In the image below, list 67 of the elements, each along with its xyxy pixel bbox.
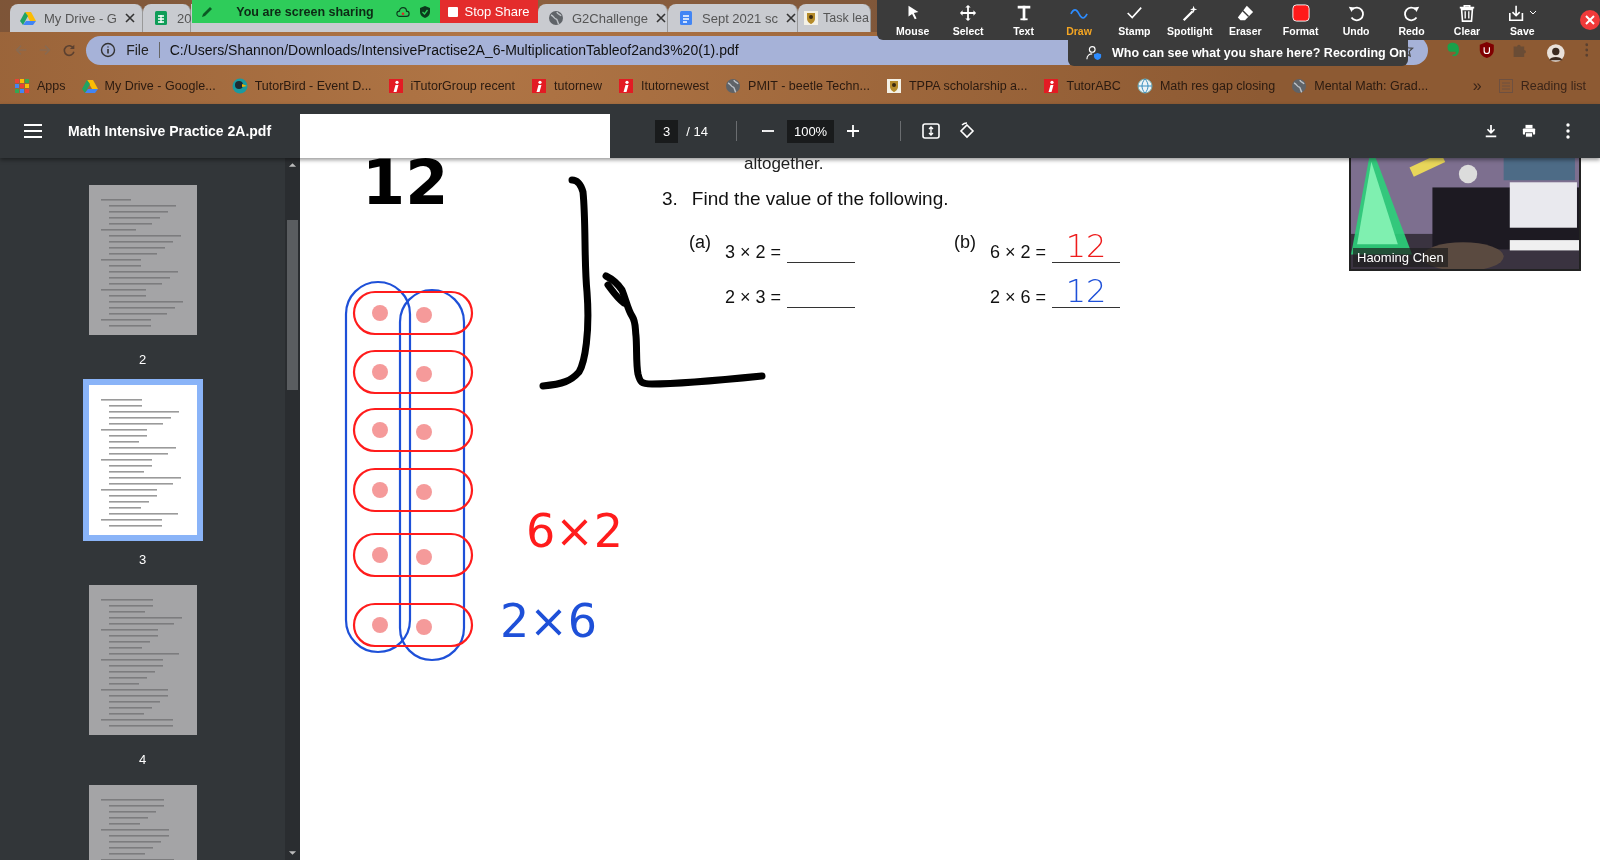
more-bookmarks-button[interactable]: » bbox=[1472, 77, 1482, 95]
bookmark[interactable]: Mental Math: Grad... bbox=[1291, 78, 1429, 94]
tab-title: Task lea bbox=[823, 11, 870, 25]
bookmark[interactable]: TutorBird - Event D... bbox=[231, 78, 372, 94]
handwritten-answer: 12 bbox=[1065, 275, 1107, 307]
page-number: 2 bbox=[138, 351, 147, 369]
zoom-field[interactable]: 100% bbox=[786, 119, 835, 143]
equation-text: 3 × 2 = bbox=[725, 242, 782, 263]
notice-text: Who can see what you share here? Recording On bbox=[1112, 46, 1407, 60]
handwritten-note: 12 bbox=[362, 152, 449, 214]
sharing-status-text: You are screen sharing bbox=[235, 4, 375, 19]
bookmark-label: My Drive - Google... bbox=[104, 79, 216, 93]
part-label: (a) bbox=[689, 232, 711, 254]
stop-share-button[interactable]: Stop Share bbox=[440, 0, 538, 23]
tab-title: Sept 2021 sc bbox=[702, 10, 778, 26]
page-number: 4 bbox=[138, 751, 147, 769]
bookmark-label: Itutornewest bbox=[641, 79, 710, 93]
page-number-field[interactable]: 3 bbox=[655, 119, 679, 143]
bookmark-label: Mental Math: Grad... bbox=[1314, 79, 1429, 93]
page-total: / 14 bbox=[686, 123, 708, 139]
equation-text: 2 × 3 = bbox=[725, 287, 782, 308]
answer-blank[interactable]: 12 bbox=[1052, 277, 1121, 308]
bookmark-label: tutornew bbox=[554, 79, 602, 93]
bookmark[interactable]: tutornew bbox=[531, 78, 602, 94]
bookmark[interactable]: iTutorGroup recent bbox=[387, 78, 516, 94]
question-text: Find the value of the following. bbox=[691, 188, 949, 210]
bookmark[interactable]: Apps bbox=[14, 78, 66, 94]
bookmark-label: PMIT - beetle Techn... bbox=[748, 79, 870, 93]
page-number: 3 bbox=[138, 551, 147, 569]
browser-tab[interactable]: My Drive - G bbox=[10, 4, 143, 32]
reading-list-label: Reading list bbox=[1520, 79, 1586, 93]
reading-list-button[interactable]: Reading list bbox=[1497, 78, 1586, 94]
worksheet-text: altogether. bbox=[744, 154, 824, 174]
handwritten-note: 2×6 bbox=[500, 598, 598, 644]
document-title: Math Intensive Practice 2A.pdf bbox=[68, 123, 273, 139]
browser-tab[interactable]: G2Challenge bbox=[538, 4, 668, 32]
share-notice-toast[interactable]: Who can see what you share here? Recording On bbox=[1068, 40, 1408, 66]
participant-name: Haoming Chen bbox=[1353, 248, 1448, 267]
bookmark-label: TutorBird - Event D... bbox=[254, 79, 372, 93]
part-label: (b) bbox=[954, 232, 976, 254]
bookmark-label: TPPA scholarship a... bbox=[908, 79, 1028, 93]
bookmark-label: Apps bbox=[37, 79, 66, 93]
tab-title: My Drive - G bbox=[44, 10, 117, 26]
bookmark[interactable]: PMIT - beetle Techn... bbox=[725, 78, 870, 94]
bookmark[interactable]: Itutornewest bbox=[618, 78, 710, 94]
toolbar-button[interactable]: Clear bbox=[1439, 0, 1495, 40]
tab-title: G2Challenge bbox=[572, 10, 648, 26]
question-number: 3. bbox=[662, 188, 678, 210]
browser-tab[interactable]: Task lea bbox=[798, 4, 871, 32]
handwritten-answer: 12 bbox=[1065, 230, 1107, 262]
browser-tab[interactable]: 20 bbox=[143, 4, 191, 32]
bookmark[interactable]: TutorABC bbox=[1043, 78, 1121, 94]
bookmark-label: Math res gap closing bbox=[1159, 79, 1276, 93]
url-text: C:/Users/Shannon/Downloads/IntensivePractise2A_6-MultiplicationTableof2and3%20(1).pdf bbox=[169, 42, 739, 58]
browser-tab[interactable]: Sept 2021 sc bbox=[668, 4, 798, 32]
file-label: File bbox=[126, 42, 160, 58]
handwritten-note: 6×2 bbox=[526, 508, 624, 554]
equation-text: 6 × 2 = bbox=[990, 242, 1047, 263]
bookmark[interactable]: Math res gap closing bbox=[1136, 78, 1276, 94]
bookmark[interactable]: TPPA scholarship a... bbox=[885, 78, 1028, 94]
answer-blank[interactable]: 12 bbox=[1052, 232, 1121, 263]
bookmark-label: TutorABC bbox=[1066, 79, 1121, 93]
toolbar-button[interactable]: Save bbox=[1494, 0, 1551, 40]
bookmark-label: iTutorGroup recent bbox=[410, 79, 516, 93]
bookmark[interactable]: My Drive - Google... bbox=[81, 78, 216, 94]
equation-text: 2 × 6 = bbox=[990, 287, 1047, 308]
tab-title: 20 bbox=[177, 10, 192, 26]
